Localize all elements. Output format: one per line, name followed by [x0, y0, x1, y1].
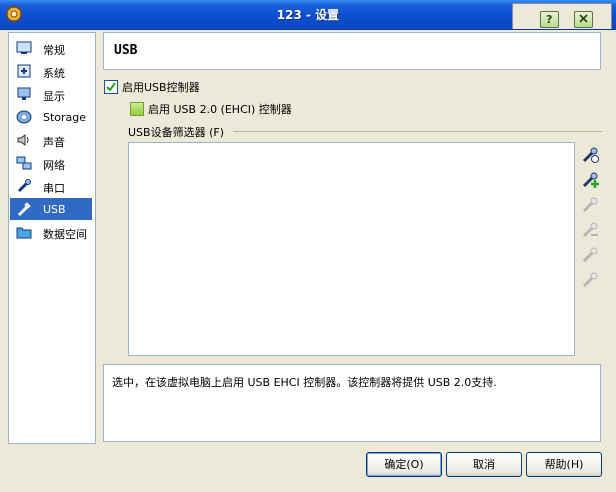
add-filter-from-device-button[interactable] [580, 170, 600, 190]
help-icon: ? [546, 13, 552, 25]
cancel-button[interactable]: 取消 [446, 452, 522, 477]
sidebar-item-serial-port[interactable]: 串口 [10, 175, 92, 197]
sidebar-item-label: Storage [43, 111, 87, 124]
enable-ehci-label[interactable]: 启用 USB 2.0 (EHCI) 控制器 [148, 101, 292, 117]
sidebar-item-label: 网络 [43, 159, 65, 172]
shared-folder-icon [16, 227, 32, 239]
sidebar-item-audio[interactable]: 声音 [10, 129, 92, 151]
close-icon [579, 14, 588, 23]
title-buttons-panel: ? [512, 3, 612, 29]
sidebar-item-label: 数据空间 [43, 228, 87, 241]
sidebar-item-label: USB [43, 203, 66, 216]
usb-icon [17, 202, 31, 217]
add-empty-filter-icon [582, 147, 599, 163]
ok-button[interactable]: 确定(O) [366, 452, 442, 477]
display-icon [17, 87, 31, 100]
serial-port-icon [17, 179, 31, 193]
sidebar-item-label: 声音 [43, 136, 65, 149]
close-button[interactable] [574, 11, 593, 28]
add-empty-filter-button[interactable] [580, 145, 600, 165]
remove-filter-icon [582, 222, 598, 238]
svg-text:?: ? [546, 13, 552, 25]
move-filter-down-button[interactable] [580, 270, 600, 290]
sidebar-item-label: 常规 [43, 44, 65, 57]
sidebar-item-shared-folders[interactable]: 数据空间 [10, 221, 92, 243]
audio-icon [17, 134, 29, 146]
sidebar-item-network[interactable]: 网络 [10, 152, 92, 174]
sidebar-item-label: 串口 [43, 182, 65, 195]
edit-filter-icon [582, 197, 598, 213]
help-button[interactable]: ? [540, 11, 559, 28]
move-filter-up-button[interactable] [580, 245, 600, 265]
sidebar-item-label: 系统 [43, 67, 65, 80]
usb-filter-list[interactable] [128, 142, 575, 356]
move-down-icon [582, 272, 598, 288]
settings-category-list[interactable]: 常规 系统 显示 Storage 声音 网络 串口 USB 数据空间 [8, 32, 96, 444]
storage-icon [16, 110, 32, 124]
remove-filter-button[interactable] [580, 220, 600, 240]
enable-usb-checkbox[interactable] [104, 80, 118, 94]
page-title: USB [114, 43, 138, 58]
network-icon [16, 156, 32, 170]
page-title-box: USB [103, 32, 601, 70]
checkmark-icon [106, 82, 116, 92]
system-icon [17, 64, 31, 78]
move-up-icon [582, 247, 598, 263]
settings-dialog: 123 - 设置 ? 常规 系统 显示 Storage 声音 网络 串口 USB… [0, 0, 616, 492]
sidebar-item-display[interactable]: 显示 [10, 83, 92, 105]
description-text: 选中，在该虚拟电脑上启用 USB EHCI 控制器。该控制器将提供 USB 2.… [112, 376, 497, 389]
usb-filters-label: USB设备筛选器 (F) [128, 126, 224, 139]
sidebar-item-label: 显示 [43, 90, 65, 103]
sidebar-item-storage[interactable]: Storage [10, 106, 92, 128]
description-box: 选中，在该虚拟电脑上启用 USB EHCI 控制器。该控制器将提供 USB 2.… [103, 364, 601, 442]
title-bar[interactable]: 123 - 设置 ? [0, 0, 616, 30]
add-filter-from-device-icon [582, 172, 599, 188]
enable-ehci-checkbox[interactable] [130, 102, 144, 116]
enable-usb-label[interactable]: 启用USB控制器 [122, 79, 200, 95]
sidebar-item-usb[interactable]: USB [10, 198, 92, 220]
sidebar-item-general[interactable]: 常规 [10, 37, 92, 59]
edit-filter-button[interactable] [580, 195, 600, 215]
group-divider [233, 131, 602, 132]
sidebar-item-system[interactable]: 系统 [10, 60, 92, 82]
general-icon [16, 41, 32, 54]
help-dialog-button[interactable]: 帮助(H) [526, 452, 602, 477]
